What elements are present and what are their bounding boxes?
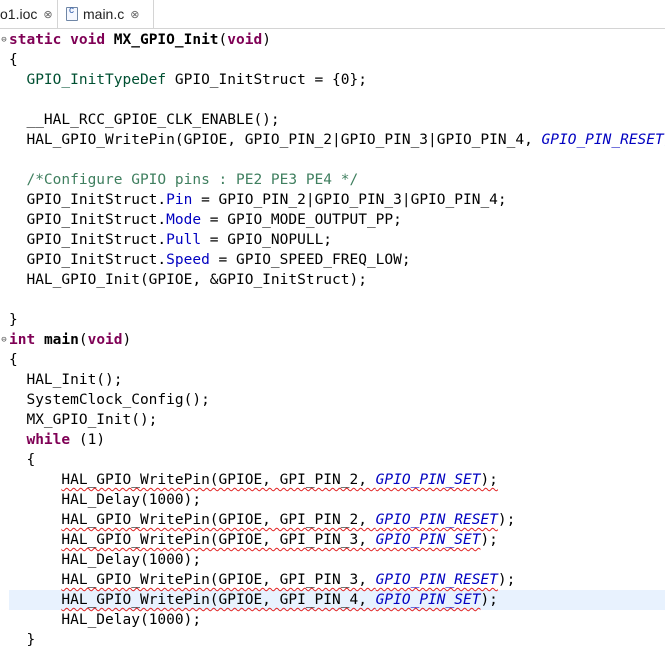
- code-line: {: [26, 452, 36, 468]
- code-line: while (1): [26, 432, 106, 448]
- code-line: __HAL_RCC_GPIOE_CLK_ENABLE();: [26, 112, 280, 128]
- code-line-error: HAL_GPIO_WritePin(GPIOE, GPI_PIN_3, GPIO…: [61, 572, 516, 588]
- code-line-error: HAL_GPIO_WritePin(GPIOE, GPI_PIN_2, GPIO…: [61, 512, 516, 528]
- code-line: }: [9, 312, 18, 328]
- code-line: int main(void): [9, 332, 132, 348]
- code-comment: /*Configure GPIO pins : PE2 PE3 PE4 */: [26, 172, 359, 188]
- code-line: HAL_GPIO_WritePin(GPIOE, GPIO_PIN_2|GPIO…: [26, 132, 665, 148]
- code-line: HAL_Delay(1000);: [61, 612, 202, 628]
- code-line: static void MX_GPIO_Init(void): [9, 32, 271, 48]
- code-line: GPIO_InitStruct.Mode = GPIO_MODE_OUTPUT_…: [26, 212, 402, 228]
- code-line: HAL_Delay(1000);: [61, 492, 202, 508]
- code-line-error: HAL_GPIO_WritePin(GPIOE, GPI_PIN_3, GPIO…: [61, 532, 498, 548]
- code-line: HAL_Init();: [26, 372, 123, 388]
- code-line-error: HAL_GPIO_WritePin(GPIOE, GPI_PIN_2, GPIO…: [61, 472, 498, 488]
- tab-ioc-file[interactable]: o1.ioc ⊗: [0, 0, 58, 28]
- code-line: GPIO_InitStruct.Pull = GPIO_NOPULL;: [26, 232, 333, 248]
- close-icon[interactable]: ⊗: [43, 8, 52, 21]
- close-icon[interactable]: ⊗: [130, 8, 139, 21]
- tab-label: o1.ioc: [0, 6, 38, 22]
- code-editor[interactable]: ⊖ ⊖ static void MX_GPIO_Init(void) { GPI…: [0, 29, 665, 662]
- code-line: MX_GPIO_Init();: [26, 412, 158, 428]
- editor-tab-bar: o1.ioc ⊗ main.c ⊗: [0, 0, 665, 29]
- code-line: GPIO_InitStruct.Speed = GPIO_SPEED_FREQ_…: [26, 252, 411, 268]
- code-line: {: [9, 52, 18, 68]
- fold-collapse-icon[interactable]: ⊖: [0, 30, 8, 50]
- code-line: GPIO_InitStruct.Pin = GPIO_PIN_2|GPIO_PI…: [26, 192, 507, 208]
- code-line: HAL_Delay(1000);: [61, 552, 202, 568]
- tab-main-c[interactable]: main.c ⊗: [58, 0, 154, 28]
- code-line: SystemClock_Config();: [26, 392, 210, 408]
- code-line: HAL_GPIO_Init(GPIOE, &GPIO_InitStruct);: [26, 272, 367, 288]
- code-line: }: [26, 632, 36, 648]
- c-file-icon: [66, 5, 78, 21]
- tab-label: main.c: [83, 6, 125, 22]
- fold-collapse-icon[interactable]: ⊖: [0, 330, 8, 350]
- code-line: GPIO_InitTypeDef GPIO_InitStruct = {0};: [26, 72, 367, 88]
- code-line: {: [9, 352, 18, 368]
- code-line-error: HAL_GPIO_WritePin(GPIOE, GPI_PIN_4, GPIO…: [61, 592, 498, 608]
